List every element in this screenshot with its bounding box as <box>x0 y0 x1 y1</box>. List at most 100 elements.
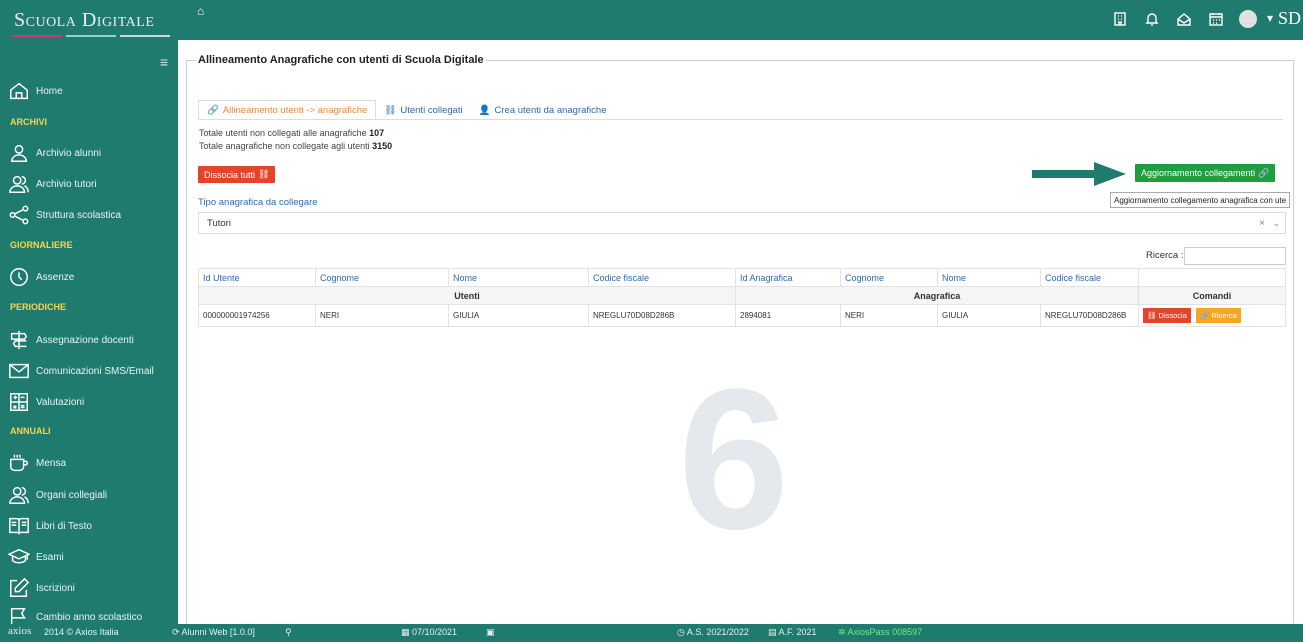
aggiornamento-collegamenti-button[interactable]: Aggiornamento collegamenti 🔗 <box>1135 164 1276 182</box>
column-header[interactable]: Codice fiscale <box>1040 268 1139 287</box>
sidebar-item-assegnazione[interactable]: Assegnazione docenti <box>0 325 178 355</box>
tab-utenti-collegati[interactable]: ⛓ Utenti collegati <box>376 100 470 120</box>
book-icon <box>9 517 29 535</box>
button-label: Ricerca <box>1211 311 1237 320</box>
sd-logo[interactable]: SD <box>1278 8 1301 29</box>
brand-stripe <box>66 35 116 37</box>
app-version: ⟳ Alunni Web [1.0.0] <box>172 627 255 638</box>
column-header[interactable]: Cognome <box>840 268 938 287</box>
tipo-anagrafica-select[interactable]: Tutori × ⌄ <box>198 212 1286 234</box>
clock-icon <box>10 268 28 286</box>
column-header[interactable]: Cognome <box>315 268 449 287</box>
step-number-watermark: 6 <box>678 348 790 571</box>
edit-icon <box>10 577 30 597</box>
gear-icon: ✲ <box>838 627 848 637</box>
section-periodiche: PERIODICHE <box>10 302 67 312</box>
column-header[interactable]: Nome <box>937 268 1041 287</box>
sidebar-item-label: Comunicazioni SMS/Email <box>36 365 154 377</box>
copyright: 2014 © Axios Italia <box>44 627 119 637</box>
ricerca-button[interactable]: 🔗 Ricerca <box>1196 308 1241 323</box>
info-label: Totale utenti non collegati alle anagraf… <box>199 128 367 138</box>
table-header-row: Id Utente Cognome Nome Codice fiscale Id… <box>198 268 1286 287</box>
top-icons <box>1111 10 1257 28</box>
cell-codice-fiscale: NREGLU70D08D286B <box>588 304 736 327</box>
sidebar-item-mensa[interactable]: Mensa <box>0 448 178 478</box>
sidebar-item-valutazioni[interactable]: Valutazioni <box>0 387 178 417</box>
button-label: Dissocia tutti <box>204 169 256 180</box>
sidebar-item-iscrizioni[interactable]: Iscrizioni <box>0 573 178 603</box>
cell-cognome: NERI <box>315 304 449 327</box>
sidebar-item-label: Mensa <box>36 457 67 469</box>
sidebar-item-struttura[interactable]: Struttura scolastica <box>0 200 178 230</box>
sidebar-item-archivio-tutori[interactable]: Archivio tutori <box>0 169 178 199</box>
chevron-down-icon[interactable]: ▾ <box>1267 11 1273 25</box>
tab-label: Allineamento utenti -> anagrafiche <box>222 104 368 116</box>
building-icon[interactable]: ▣ <box>486 627 495 638</box>
link-icon: 🔗 <box>1200 311 1210 320</box>
sidebar-item-label: Libri di Testo <box>36 520 92 532</box>
sidebar-item-label: Archivio tutori <box>36 178 97 190</box>
results-table: Id Utente Cognome Nome Codice fiscale Id… <box>198 268 1286 327</box>
clear-icon[interactable]: × <box>1259 218 1265 229</box>
unlink-icon: ⛓ <box>384 104 397 116</box>
column-header[interactable]: Id Anagrafica <box>735 268 841 287</box>
wallet-icon: ▤ <box>768 627 779 637</box>
brand-stripe <box>12 35 62 37</box>
sidebar-item-home[interactable]: Home <box>0 76 178 106</box>
share-icon <box>9 205 29 225</box>
link-icon: 🔗 <box>1258 167 1270 178</box>
sidebar-item-esami[interactable]: Esami <box>0 542 178 572</box>
button-label: Aggiornamento collegamenti <box>1141 168 1256 178</box>
cell-cognome-anagrafica: NERI <box>840 304 938 327</box>
tabs: 🔗 Allineamento utenti -> anagrafiche ⛓ U… <box>198 100 614 120</box>
unlink-icon: ⛓ <box>1147 311 1157 320</box>
page-title: Allineamento Anagrafiche con utenti di S… <box>196 54 486 66</box>
sidebar-item-comunicazioni[interactable]: Comunicazioni SMS/Email <box>0 356 178 386</box>
dissocia-tutti-button[interactable]: Dissocia tutti ⛓ <box>198 166 276 183</box>
sidebar-item-organi[interactable]: Organi collegiali <box>0 480 178 510</box>
axiospass[interactable]: ✲ AxiosPass 008597 <box>838 627 922 638</box>
brand-stripe <box>120 35 170 37</box>
tab-label: Crea utenti da anagrafiche <box>494 104 607 116</box>
tooltip: Aggiornamento collegamento anagrafica co… <box>1110 192 1291 208</box>
app-version-text: Alunni Web [1.0.0] <box>181 627 255 637</box>
main-content: Allineamento Anagrafiche con utenti di S… <box>178 40 1303 630</box>
column-header[interactable]: Codice fiscale <box>588 268 736 287</box>
axios-logo: axios <box>8 625 32 637</box>
sidebar-item-label: Assegnazione docenti <box>36 334 134 346</box>
mail-icon <box>9 363 29 379</box>
current-date: ▦ 07/10/2021 <box>401 627 457 638</box>
calendar-icon[interactable] <box>1207 10 1225 28</box>
avatar[interactable] <box>1239 10 1257 28</box>
column-header[interactable]: Nome <box>448 268 589 287</box>
tab-crea-utenti[interactable]: 👤 Crea utenti da anagrafiche <box>471 100 615 120</box>
column-header <box>1138 268 1286 287</box>
dissocia-button[interactable]: ⛓ Dissocia <box>1143 308 1191 323</box>
search-input[interactable] <box>1184 247 1286 265</box>
tab-allineamento[interactable]: 🔗 Allineamento utenti -> anagrafiche <box>198 100 377 120</box>
chevron-down-icon[interactable]: ⌄ <box>1272 218 1280 229</box>
user-icon[interactable]: ⚲ <box>285 627 292 638</box>
arrow-annotation-icon <box>1032 162 1126 186</box>
link-icon: 🔗 <box>207 104 219 116</box>
graduation-cap-icon <box>8 548 30 564</box>
home-icon[interactable]: ⌂ <box>197 4 204 18</box>
brand-logo[interactable]: Scuola Digitale <box>0 0 178 40</box>
sidebar-item-archivio-alunni[interactable]: Archivio alunni <box>0 138 178 168</box>
top-bar: Scuola Digitale ⌂ ▾ SD <box>0 0 1303 40</box>
cell-comandi: ⛓ Dissocia 🔗 Ricerca <box>1138 304 1286 327</box>
sidebar-item-libri[interactable]: Libri di Testo <box>0 511 178 541</box>
info-anagrafiche: Totale anagrafiche non collegate agli ut… <box>199 141 392 151</box>
column-header[interactable]: Id Utente <box>198 268 316 287</box>
bell-icon[interactable] <box>1143 10 1161 28</box>
sidebar-item-label: Archivio alunni <box>36 147 102 159</box>
section-archivi: ARCHIVI <box>10 117 48 127</box>
menu-toggle-icon[interactable]: ≡ <box>160 54 168 70</box>
building-icon[interactable] <box>1111 10 1129 28</box>
tab-divider <box>198 119 1283 120</box>
inbox-icon[interactable] <box>1175 10 1193 28</box>
table-group-row: Utenti Anagrafica Comandi <box>198 286 1286 305</box>
sidebar-item-assenze[interactable]: Assenze <box>0 262 178 292</box>
info-label: Totale anagrafiche non collegate agli ut… <box>199 141 370 151</box>
info-value: 107 <box>369 128 385 138</box>
